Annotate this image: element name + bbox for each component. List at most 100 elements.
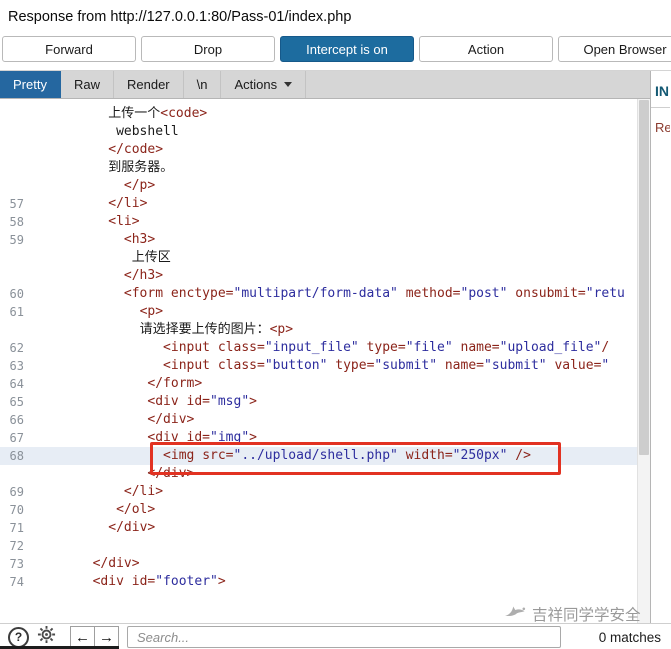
match-count: 0 matches: [598, 629, 661, 645]
code-token: onsubmit=: [507, 286, 586, 301]
code-line[interactable]: </code>: [0, 141, 638, 159]
line-number: 64: [9, 377, 24, 391]
code-token: id=: [186, 430, 211, 445]
code-line[interactable]: 57 </li>: [0, 195, 638, 213]
tab-actions[interactable]: Actions: [221, 71, 307, 98]
tab-label: Pretty: [13, 77, 47, 92]
main-area: Pretty Raw Render \n Actions 上传一个<code> websh…: [0, 70, 671, 623]
toolbar-button-intercept-is-on[interactable]: Intercept is on: [280, 36, 414, 62]
code-line[interactable]: 60 <form enctype="multipart/form-data" me…: [0, 285, 638, 303]
tab-label: Actions: [234, 77, 278, 92]
toolbar-button-open-browser[interactable]: Open Browser: [558, 36, 671, 62]
code-editor[interactable]: 上传一个<code> webshell </code> 到服务器。 </p> 57 </li…: [0, 99, 650, 623]
code-token: width=: [397, 448, 453, 463]
code-text: <form enctype="multipart/form-data" meth…: [24, 285, 625, 303]
code-line[interactable]: 67 <div id="img">: [0, 429, 638, 447]
search-input[interactable]: [127, 626, 561, 648]
code-text: </ol>: [24, 501, 155, 519]
tab-pretty[interactable]: Pretty: [0, 71, 61, 98]
code-lines: 上传一个<code> webshell </code> 到服务器。 </p> 57 </li…: [0, 105, 638, 591]
code-token: <p>: [269, 322, 294, 337]
scrollbar-thumb[interactable]: [639, 100, 649, 455]
toolbar-button-action[interactable]: Action: [419, 36, 553, 62]
help-button[interactable]: ?: [8, 626, 29, 648]
code-token: </code>: [108, 142, 164, 157]
code-token: "footer": [155, 574, 218, 589]
code-text: webshell: [24, 123, 179, 141]
code-line[interactable]: 66 </div>: [0, 411, 638, 429]
code-token: id=: [131, 574, 156, 589]
code-text: <div id="img">: [24, 429, 257, 447]
code-line[interactable]: 请选择要上传的图片：<p>: [0, 321, 638, 339]
code-line[interactable]: </p>: [0, 177, 638, 195]
code-token: <form: [123, 286, 171, 301]
line-number: 63: [9, 359, 24, 373]
code-line[interactable]: 74 <div id="footer">: [0, 573, 638, 591]
code-token: </div>: [147, 466, 195, 481]
code-token: <li>: [108, 214, 140, 229]
toolbar-button-forward[interactable]: Forward: [2, 36, 136, 62]
code-text: </p>: [24, 177, 155, 195]
inspector-section-request-attributes[interactable]: Re: [651, 108, 670, 135]
code-token: "../upload/shell.php": [233, 448, 398, 463]
code-token: "img": [210, 430, 250, 445]
code-line[interactable]: 68 <img src="../upload/shell.php" width="…: [0, 447, 638, 465]
code-text: </li>: [24, 483, 163, 501]
tab-raw[interactable]: Raw: [61, 71, 114, 98]
code-line[interactable]: webshell: [0, 123, 638, 141]
code-line[interactable]: 上传一个<code>: [0, 105, 638, 123]
code-token: "submit": [374, 358, 438, 373]
code-line[interactable]: 73 </div>: [0, 555, 638, 573]
code-line[interactable]: 63 <input class="button" type="submit" na…: [0, 357, 638, 375]
code-line[interactable]: </div>: [0, 465, 638, 483]
code-line[interactable]: 61 <p>: [0, 303, 638, 321]
line-number: 58: [9, 215, 24, 229]
vertical-scrollbar[interactable]: [637, 99, 650, 623]
code-text: </form>: [24, 375, 202, 393]
inspector-panel[interactable]: IN Re: [650, 71, 670, 623]
code-text: <p>: [24, 303, 163, 321]
code-line[interactable]: 69 </li>: [0, 483, 638, 501]
code-line[interactable]: 71 </div>: [0, 519, 638, 537]
code-text: <img src="../upload/shell.php" width="25…: [24, 447, 531, 465]
code-token: </p>: [123, 178, 156, 193]
code-text: <h3>: [24, 231, 155, 249]
code-token: "msg": [210, 394, 250, 409]
code-line[interactable]: 65 <div id="msg">: [0, 393, 638, 411]
code-line[interactable]: 58 <li>: [0, 213, 638, 231]
code-text: </div>: [24, 555, 140, 573]
code-line[interactable]: 72: [0, 537, 638, 555]
code-token: "upload_file": [499, 340, 602, 355]
code-token: webshell: [116, 124, 179, 139]
search-prev-button[interactable]: ←: [70, 626, 95, 648]
tab-render[interactable]: Render: [114, 71, 184, 98]
code-token: name=: [452, 340, 500, 355]
code-line[interactable]: 70 </ol>: [0, 501, 638, 519]
code-line[interactable]: 59 <h3>: [0, 231, 638, 249]
code-text: <div id="msg">: [24, 393, 257, 411]
tab-label: \n: [196, 77, 208, 92]
code-token: <h3>: [123, 232, 156, 247]
code-line[interactable]: 到服务器。: [0, 159, 638, 177]
code-text: 上传区: [24, 249, 171, 267]
code-token: <div: [147, 394, 187, 409]
code-token: ": [601, 358, 610, 373]
code-line[interactable]: 上传区: [0, 249, 638, 267]
code-token: src=: [202, 448, 234, 463]
code-token: class=: [217, 340, 265, 355]
left-arrow-icon: ←: [75, 628, 90, 646]
toolbar: Forward Drop Intercept is on Action Open Bro…: [0, 34, 671, 70]
code-line[interactable]: 64 </form>: [0, 375, 638, 393]
code-token: /: [601, 340, 610, 355]
code-token: <input: [163, 358, 218, 373]
toolbar-button-drop[interactable]: Drop: [141, 36, 275, 62]
code-line[interactable]: 62 <input class="input_file" type="file" …: [0, 339, 638, 357]
code-token: <input: [163, 340, 218, 355]
search-next-button[interactable]: →: [94, 626, 119, 648]
tab-label: Raw: [73, 77, 100, 92]
code-token: "file": [405, 340, 453, 355]
code-token: </div>: [147, 412, 195, 427]
tab-n[interactable]: \n: [184, 71, 222, 98]
code-token: class=: [217, 358, 265, 373]
code-line[interactable]: </h3>: [0, 267, 638, 285]
